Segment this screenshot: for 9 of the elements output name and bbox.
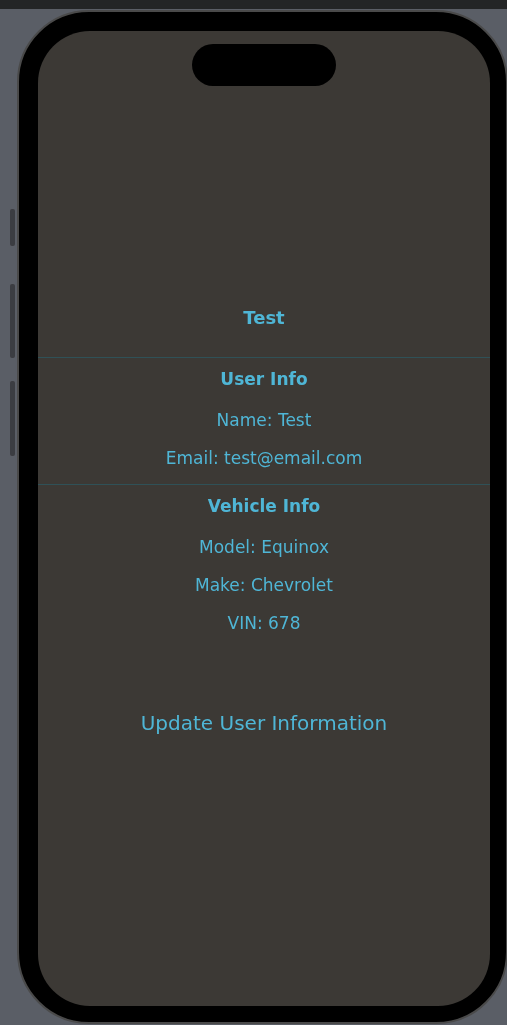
info-text: Email: test@email.com: [165, 447, 363, 470]
update-button[interactable]: Update User Information: [140, 709, 388, 737]
info-text: Name: Test: [216, 409, 312, 432]
info-text: Model: Equinox: [199, 536, 329, 559]
profile-title: Test: [243, 306, 285, 330]
info-text: VIN: 678: [227, 612, 301, 635]
info-text: Make: Chevrolet: [195, 574, 333, 597]
section-heading: Vehicle Info: [207, 495, 321, 518]
section-heading: User Info: [220, 368, 308, 391]
